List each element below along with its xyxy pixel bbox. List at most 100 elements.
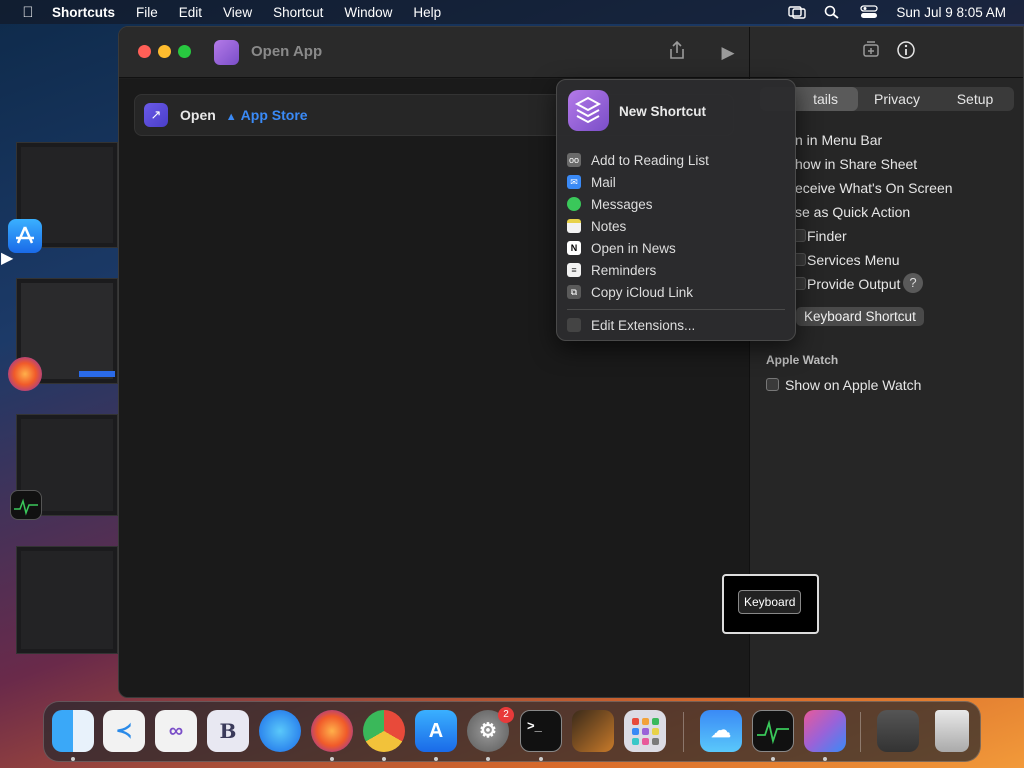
- control-center-icon[interactable]: [860, 5, 879, 19]
- bbedit-dock-icon[interactable]: B: [207, 710, 249, 752]
- apple-menu-icon[interactable]: : [18, 4, 38, 21]
- action-verb: Open: [180, 107, 216, 123]
- extensions-icon: [567, 318, 581, 332]
- news-icon: N: [567, 241, 581, 255]
- settings-running-dot: [486, 757, 490, 761]
- menu-item-label: Edit Extensions...: [591, 317, 696, 333]
- new-shortcut-label: New Shortcut: [619, 104, 707, 119]
- library-add-icon[interactable]: [858, 40, 884, 66]
- app-store-running-dot: [434, 757, 438, 761]
- firefox-stage-icon[interactable]: [8, 357, 42, 391]
- keyboard-hud-label: Keyboard: [738, 590, 802, 614]
- dock: ≺ ∞ B A ⚙ 2 >_ ☁: [43, 701, 981, 762]
- garageband-dock-icon[interactable]: [572, 710, 614, 752]
- settings-badge: 2: [498, 707, 514, 723]
- spotlight-search-icon[interactable]: [824, 5, 842, 19]
- chrome-running-dot: [382, 757, 386, 761]
- visual-studio-dock-icon[interactable]: ∞: [155, 710, 197, 752]
- app-store-icon: ▲: [225, 111, 237, 123]
- glasses-icon: oo: [567, 153, 581, 167]
- finder-dock-icon[interactable]: [52, 710, 94, 752]
- share-icon[interactable]: [664, 40, 690, 66]
- minimize-button[interactable]: [158, 45, 171, 58]
- tab-setup[interactable]: Setup: [936, 87, 1014, 111]
- share-menu: New Shortcut oo Add to Reading List ✉ Mail…: [556, 79, 796, 341]
- menu-item-add-to-reading-list[interactable]: oo Add to Reading List: [567, 150, 709, 170]
- quick-action-option[interactable]: se as Quick Action: [795, 204, 910, 220]
- close-button[interactable]: [138, 45, 151, 58]
- open-app-action-icon: ↗: [144, 103, 168, 127]
- downloads-stack-icon[interactable]: [877, 710, 919, 752]
- menu-item-label: Reminders: [591, 262, 657, 278]
- app-store-dock-icon[interactable]: A: [415, 710, 457, 752]
- trash-icon[interactable]: [935, 710, 969, 752]
- menu-item-messages[interactable]: Messages: [567, 194, 653, 214]
- vscode-dock-icon[interactable]: ≺: [103, 710, 145, 752]
- provide-output-label: Provide Output: [807, 276, 901, 292]
- window-title[interactable]: Open App: [251, 43, 322, 60]
- new-shortcut-icon: [568, 90, 609, 131]
- menu-app-name[interactable]: Shortcuts: [52, 5, 115, 20]
- safari-dock-icon[interactable]: [259, 710, 301, 752]
- menu-help[interactable]: Help: [413, 5, 441, 20]
- firefox-running-dot: [330, 757, 334, 761]
- shortcut-icon[interactable]: [214, 40, 239, 65]
- mouse-pointer-icon: ▶: [1, 250, 14, 267]
- firefox-dock-icon[interactable]: [311, 710, 353, 752]
- launchpad-dock-icon[interactable]: [624, 710, 666, 752]
- menu-item-copy-icloud-link[interactable]: ⧉ Copy iCloud Link: [567, 282, 693, 302]
- menu-item-mail[interactable]: ✉ Mail: [567, 172, 616, 192]
- menu-item-label: Add to Reading List: [591, 152, 709, 168]
- terminal-dock-icon[interactable]: >_: [520, 710, 562, 752]
- menu-item-notes[interactable]: Notes: [567, 216, 626, 236]
- menu-view[interactable]: View: [223, 5, 252, 20]
- menu-item-edit-extensions[interactable]: Edit Extensions...: [567, 315, 695, 335]
- dock-separator-2: [860, 712, 861, 752]
- finder-running-dot: [71, 757, 75, 761]
- menu-bar:  Shortcuts File Edit View Shortcut Wind…: [0, 0, 1024, 24]
- run-play-icon[interactable]: ▶: [715, 40, 741, 66]
- activity-monitor-dock-icon[interactable]: [752, 710, 794, 752]
- title-bar: Open App ▶: [119, 27, 749, 78]
- reminders-icon: ≡: [567, 263, 581, 277]
- menu-item-label: Mail: [591, 174, 616, 190]
- menu-file[interactable]: File: [136, 5, 158, 20]
- apple-watch-heading: Apple Watch: [766, 353, 839, 367]
- menu-window[interactable]: Window: [344, 5, 392, 20]
- app-parameter-label: App Store: [240, 107, 308, 123]
- receive-on-screen-option[interactable]: eceive What's On Screen: [795, 180, 953, 196]
- menu-item-label: Open in News: [591, 240, 676, 256]
- weather-dock-icon[interactable]: ☁: [700, 710, 742, 752]
- mail-icon: ✉: [567, 175, 581, 189]
- menu-item-label: Notes: [591, 218, 627, 234]
- keyboard-hud: Keyboard: [722, 574, 819, 634]
- detail-tabs: tails Privacy Setup: [760, 87, 1014, 111]
- shortcuts-dock-icon[interactable]: [804, 710, 846, 752]
- show-on-apple-watch-checkbox[interactable]: [766, 378, 779, 391]
- menu-item-open-in-news[interactable]: N Open in News: [567, 238, 676, 258]
- info-icon[interactable]: [893, 40, 919, 66]
- stage-thumbnail-settings[interactable]: [16, 546, 118, 654]
- help-button[interactable]: ?: [903, 273, 923, 293]
- dock-separator: [683, 712, 684, 752]
- menu-item-reminders[interactable]: ≡ Reminders: [567, 260, 656, 280]
- menu-edit[interactable]: Edit: [179, 5, 202, 20]
- tab-privacy[interactable]: Privacy: [858, 87, 936, 111]
- copy-icon: ⧉: [567, 285, 581, 299]
- menu-shortcut[interactable]: Shortcut: [273, 5, 323, 20]
- pin-menu-bar-option[interactable]: n in Menu Bar: [795, 132, 882, 148]
- screen-mirroring-icon[interactable]: [788, 5, 807, 19]
- share-sheet-option[interactable]: how in Share Sheet: [795, 156, 917, 172]
- menu-item-label: Copy iCloud Link: [591, 284, 694, 300]
- services-menu-label: Services Menu: [807, 252, 900, 268]
- menu-clock[interactable]: Sun Jul 9 8:05 AM: [896, 5, 1006, 20]
- chrome-dock-icon[interactable]: [363, 710, 405, 752]
- shortcuts-running-dot: [823, 757, 827, 761]
- terminal-running-dot: [539, 757, 543, 761]
- app-parameter[interactable]: ▲ App Store: [226, 107, 308, 123]
- activity-monitor-running-dot: [771, 757, 775, 761]
- activity-monitor-stage-icon[interactable]: [10, 490, 42, 520]
- keyboard-shortcut-button[interactable]: Keyboard Shortcut: [796, 307, 924, 326]
- zoom-button[interactable]: [178, 45, 191, 58]
- show-on-apple-watch-label: Show on Apple Watch: [785, 377, 922, 393]
